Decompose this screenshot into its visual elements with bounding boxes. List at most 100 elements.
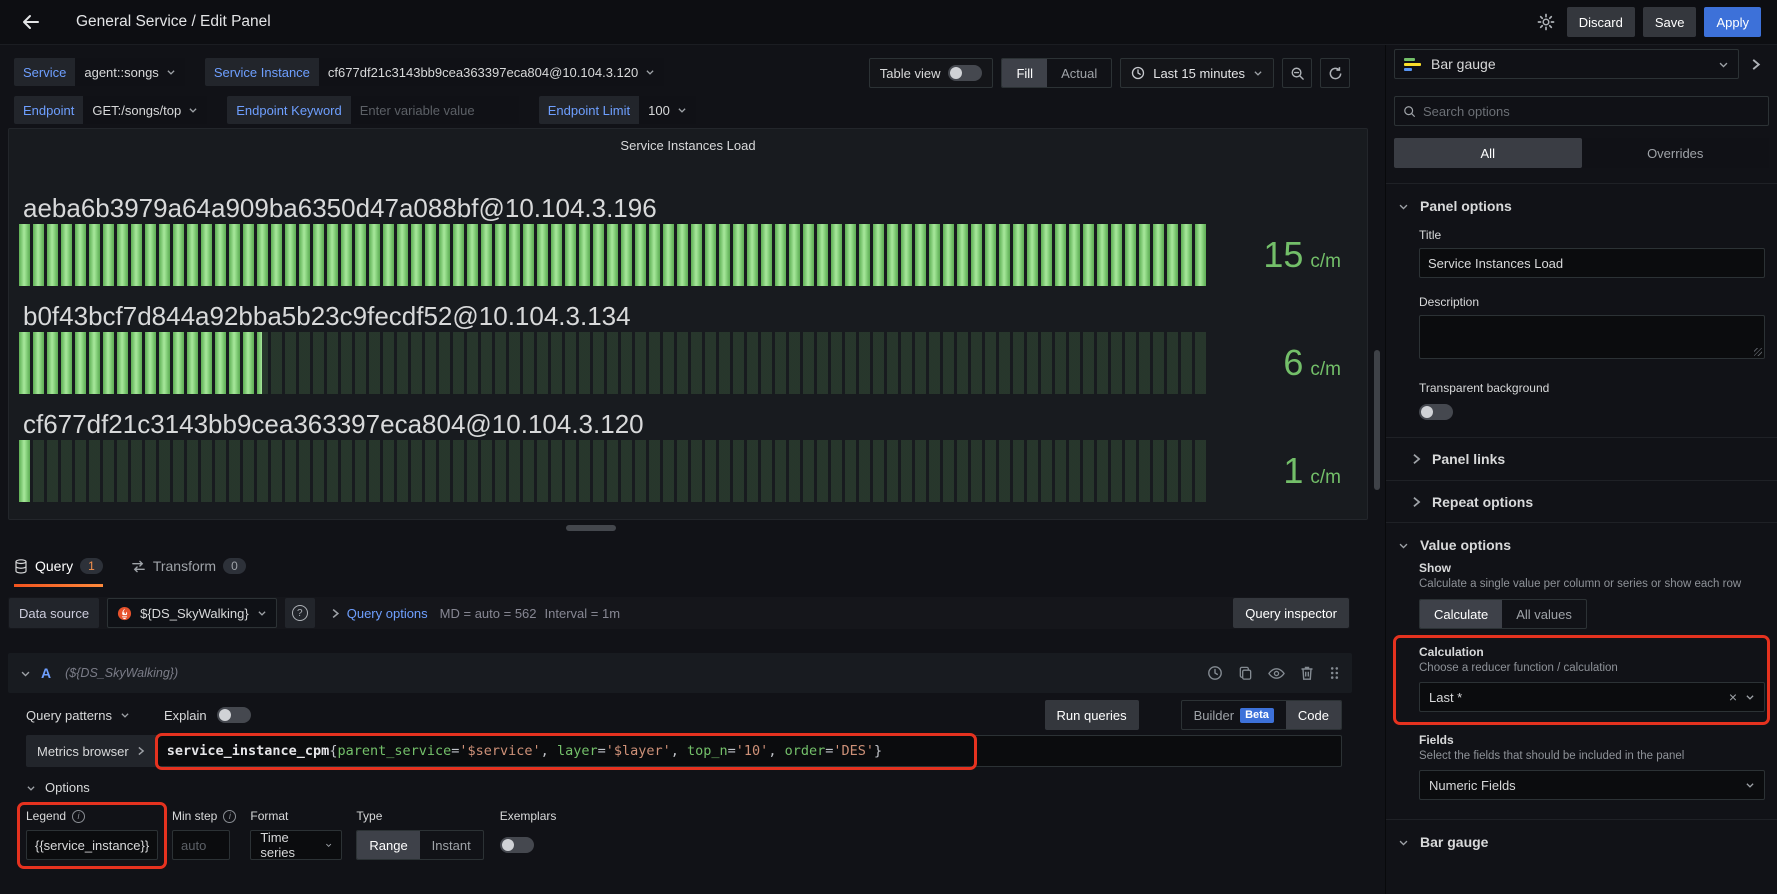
- fields-select[interactable]: Numeric Fields: [1419, 770, 1765, 800]
- tab-query-label: Query: [35, 558, 73, 574]
- metrics-browser-toggle[interactable]: Metrics browser: [26, 735, 156, 767]
- time-range-picker[interactable]: Last 15 minutes: [1120, 58, 1274, 88]
- min-step-field-label: Min step i: [172, 808, 236, 824]
- visualization-picker[interactable]: Bar gauge: [1394, 49, 1739, 79]
- panel-description-textarea[interactable]: [1419, 315, 1765, 359]
- query-ref-id: A: [41, 665, 51, 681]
- panel-links-section-header[interactable]: Panel links: [1386, 438, 1777, 480]
- transform-count-badge: 0: [223, 558, 246, 574]
- query-inspector-button[interactable]: Query inspector: [1233, 598, 1349, 628]
- query-editor-body: Query patterns Explain Run queries Build…: [8, 693, 1352, 860]
- exemplars-toggle[interactable]: [500, 837, 534, 853]
- save-button[interactable]: Save: [1643, 7, 1697, 37]
- all-values-button[interactable]: All values: [1502, 600, 1586, 628]
- service-variable-dropdown[interactable]: agent::songs: [75, 58, 184, 86]
- calculate-allvalues-group: Calculate All values: [1419, 599, 1587, 629]
- legend-input[interactable]: [26, 830, 158, 860]
- min-step-input[interactable]: [172, 830, 230, 860]
- metrics-browser-label: Metrics browser: [37, 744, 129, 759]
- endpoint-variable-dropdown[interactable]: GET:/songs/top: [83, 96, 207, 124]
- chevron-down-icon: [1398, 201, 1409, 212]
- chevron-down-icon: [257, 608, 267, 618]
- apply-button[interactable]: Apply: [1704, 7, 1761, 37]
- type-field-label: Type: [356, 808, 483, 824]
- transparent-background-toggle[interactable]: [1419, 404, 1453, 420]
- endpoint-limit-dropdown[interactable]: 100: [639, 96, 696, 124]
- tab-transform-label: Transform: [153, 558, 216, 574]
- zoom-out-button[interactable]: [1282, 58, 1312, 88]
- options-search-input[interactable]: [1423, 104, 1760, 119]
- options-search-field: [1394, 96, 1769, 126]
- delete-query-trash-icon[interactable]: [1300, 665, 1314, 681]
- pane-resize-handle[interactable]: [566, 525, 616, 531]
- main-scrollbar-thumb[interactable]: [1374, 350, 1380, 490]
- query-row-header[interactable]: A (${DS_SkyWalking}): [8, 653, 1352, 693]
- calculation-select[interactable]: Last * ×: [1419, 682, 1765, 712]
- format-select[interactable]: Time series: [250, 830, 342, 860]
- options-section-header[interactable]: Options: [26, 780, 1342, 795]
- chevron-right-icon: [137, 746, 145, 756]
- metrics-expression-row: Metrics browser service_instance_cpm{par…: [26, 735, 1342, 767]
- type-field-group: Type Range Instant: [356, 808, 483, 860]
- panel-options-fields: Title Description Transparent background: [1386, 228, 1777, 420]
- explain-toggle[interactable]: [217, 707, 251, 723]
- gauge-bar-track: [19, 332, 1206, 394]
- duplicate-query-icon[interactable]: [1238, 665, 1253, 681]
- range-button[interactable]: Range: [357, 831, 419, 859]
- promql-expression-input[interactable]: service_instance_cpm{parent_service='$se…: [156, 735, 1342, 767]
- builder-button[interactable]: Builder Beta: [1182, 701, 1286, 729]
- bar-gauge-section-header[interactable]: Bar gauge: [1386, 820, 1777, 858]
- beta-badge: Beta: [1240, 708, 1274, 723]
- calculation-select-value: Last *: [1429, 690, 1462, 705]
- tab-overrides[interactable]: Overrides: [1582, 138, 1770, 168]
- query-options-toggle[interactable]: Query options: [331, 606, 428, 621]
- info-icon: i: [72, 810, 85, 823]
- datasource-picker[interactable]: ${DS_SkyWalking}: [107, 598, 277, 628]
- exemplars-field-group: Exemplars: [500, 808, 557, 853]
- refresh-button[interactable]: [1320, 58, 1350, 88]
- code-button[interactable]: Code: [1286, 701, 1341, 729]
- chevron-right-icon: [331, 608, 340, 619]
- gauge-row: cf677df21c3143bb9cea363397eca804@10.104.…: [19, 408, 1357, 502]
- fill-button[interactable]: Fill: [1002, 59, 1047, 87]
- tab-query[interactable]: Query 1: [14, 545, 103, 587]
- settings-gear-icon[interactable]: [1533, 9, 1559, 35]
- repeat-options-section-header[interactable]: Repeat options: [1386, 480, 1777, 522]
- datasource-name: ${DS_SkyWalking}: [140, 606, 249, 621]
- table-view-toggle[interactable]: [948, 65, 982, 81]
- back-arrow-icon[interactable]: [16, 7, 46, 37]
- panel-options-section-header[interactable]: Panel options: [1386, 184, 1777, 222]
- query-patterns-dropdown[interactable]: Query patterns: [26, 708, 130, 723]
- tab-all[interactable]: All: [1394, 138, 1582, 168]
- datasource-help-button[interactable]: ?: [285, 598, 315, 628]
- min-step-label-text: Min step: [172, 809, 217, 823]
- time-controls: Table view Fill Actual Last 15 minutes: [869, 58, 1350, 88]
- service-variable-value: agent::songs: [84, 65, 158, 80]
- chevron-down-icon: [1398, 837, 1409, 848]
- tab-transform[interactable]: Transform 0: [131, 545, 246, 587]
- chevron-down-icon: [26, 783, 36, 793]
- chevron-right-icon: [1412, 496, 1421, 508]
- endpoint-keyword-input[interactable]: [360, 103, 510, 118]
- panel-title-input[interactable]: [1419, 248, 1765, 278]
- endpoint-keyword-label: Endpoint Keyword: [227, 96, 351, 124]
- gauge-bar-fill: [19, 224, 1206, 286]
- calculate-button[interactable]: Calculate: [1420, 600, 1502, 628]
- drag-handle-grip-icon[interactable]: [1329, 665, 1340, 681]
- collapse-sidebar-chevron-icon[interactable]: [1743, 54, 1769, 75]
- legend-label-text: Legend: [26, 809, 66, 823]
- clear-x-icon[interactable]: ×: [1729, 689, 1737, 705]
- run-queries-button[interactable]: Run queries: [1045, 700, 1139, 730]
- discard-button[interactable]: Discard: [1567, 7, 1635, 37]
- value-options-section-header[interactable]: Value options: [1386, 523, 1777, 561]
- query-history-icon[interactable]: [1207, 665, 1223, 681]
- instant-button[interactable]: Instant: [420, 831, 483, 859]
- service-instance-variable-dropdown[interactable]: cf677df21c3143bb9cea363397eca804@10.104.…: [319, 58, 664, 86]
- actual-button[interactable]: Actual: [1047, 59, 1111, 87]
- format-field-group: Format Time series: [250, 808, 342, 860]
- builder-label: Builder: [1194, 708, 1234, 723]
- description-field: [1419, 315, 1765, 362]
- hide-query-eye-icon[interactable]: [1268, 666, 1285, 681]
- service-instance-variable: Service Instance cf677df21c3143bb9cea363…: [205, 58, 664, 86]
- gauge-value-number: 15: [1263, 234, 1303, 276]
